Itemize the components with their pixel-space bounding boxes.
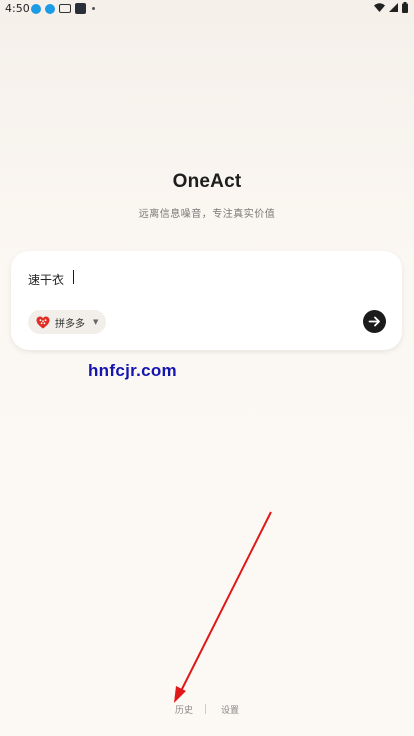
notification-app-icon [75, 3, 86, 14]
wifi-icon [374, 3, 385, 12]
status-time: 4:50 [5, 2, 30, 15]
history-link[interactable]: 历史 [175, 703, 193, 716]
submit-button[interactable] [363, 310, 386, 333]
watermark-text: hnfcjr.com [88, 361, 177, 380]
bottom-nav: 历史 设置 [0, 703, 414, 717]
search-card: 拼多多 ▼ [11, 251, 402, 350]
nav-divider [205, 704, 206, 714]
settings-link[interactable]: 设置 [221, 703, 239, 716]
platform-label: 拼多多 [55, 318, 85, 330]
notification-app-icon [31, 3, 41, 14]
app-subtitle: 远离信息噪音，专注真实价值 [138, 209, 276, 220]
more-notifications-icon [92, 7, 95, 10]
status-bar: 4:50 [0, 0, 414, 18]
platform-selector[interactable]: 拼多多 ▼ [28, 310, 106, 334]
app-title: OneAct [172, 171, 242, 192]
battery-icon [402, 2, 408, 13]
notification-device-icon [59, 4, 71, 13]
annotation-arrow [174, 511, 272, 703]
pinduoduo-logo-icon [36, 316, 50, 329]
chevron-down-icon: ▼ [93, 318, 99, 326]
signal-icon [389, 3, 398, 12]
arrow-right-icon [368, 316, 380, 327]
notification-app-icon [45, 3, 55, 14]
system-icons [374, 2, 408, 13]
search-input[interactable] [28, 269, 358, 289]
text-cursor [73, 270, 74, 284]
notification-icons [31, 3, 95, 14]
